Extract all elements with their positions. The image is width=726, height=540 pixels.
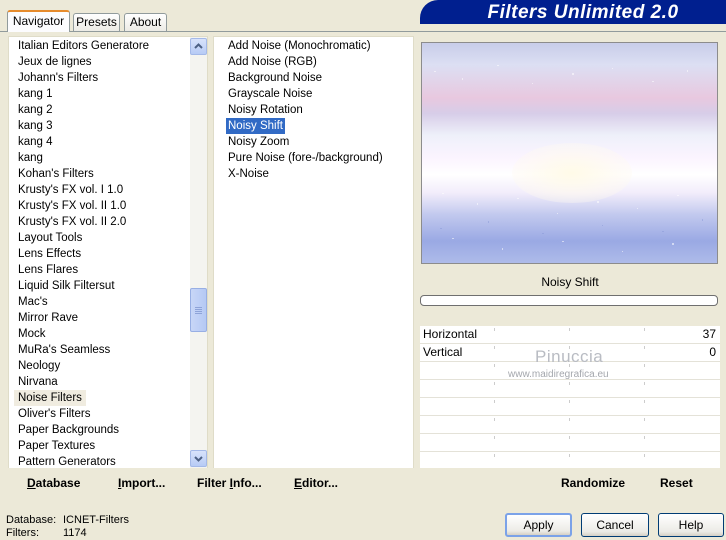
slider-tick: [494, 436, 495, 439]
slider-slot-6: [420, 416, 720, 434]
tab-divider: [0, 31, 726, 32]
category-item[interactable]: Paper Backgrounds: [18, 422, 119, 438]
slider-tick: [644, 346, 645, 349]
slider-tick: [494, 382, 495, 385]
category-item[interactable]: Mirror Rave: [18, 310, 78, 326]
slider-tick: [569, 328, 570, 331]
filter-item[interactable]: Pure Noise (fore-/background): [226, 150, 385, 166]
preview-filter-name: Noisy Shift: [541, 275, 599, 289]
progress-bar: [420, 295, 718, 306]
slider-tick: [644, 364, 645, 367]
slider-tick: [644, 436, 645, 439]
slider-tick: [569, 418, 570, 421]
filter-item[interactable]: Grayscale Noise: [226, 86, 314, 102]
slider-value-vertical: 0: [709, 345, 716, 359]
database-label: Database:: [6, 514, 57, 526]
slider-value-horizontal: 37: [702, 327, 716, 341]
category-item[interactable]: Oliver's Filters: [18, 406, 90, 422]
light-glow: [512, 143, 632, 203]
slider-tick: [494, 454, 495, 457]
slider-horizontal[interactable]: Horizontal 37: [420, 326, 720, 344]
slider-tick: [644, 400, 645, 403]
filter-item[interactable]: Noisy Shift: [226, 118, 285, 134]
slider-tick: [494, 346, 495, 349]
editor-link[interactable]: Editor...: [294, 476, 338, 490]
slider-tick: [644, 418, 645, 421]
database-link[interactable]: Database: [27, 476, 80, 490]
filters-count-value: 1174: [63, 527, 87, 539]
filter-info-link[interactable]: Filter Info...: [197, 476, 262, 490]
import-link[interactable]: Import...: [118, 476, 165, 490]
slider-label-vertical: Vertical: [423, 345, 463, 359]
scroll-thumb[interactable]: [190, 288, 207, 332]
filter-list-items: Add Noise (Monochromatic) Add Noise (RGB)…: [0, 38, 414, 238]
category-item[interactable]: MuRa's Seamless: [18, 342, 110, 358]
slider-tick: [569, 382, 570, 385]
filters-count-label: Filters:: [6, 527, 39, 539]
apply-button[interactable]: Apply: [505, 513, 572, 537]
filter-item[interactable]: Noisy Rotation: [226, 102, 305, 118]
help-button[interactable]: Help: [658, 513, 724, 537]
scroll-down-button[interactable]: [190, 450, 207, 467]
filter-item[interactable]: Background Noise: [226, 70, 324, 86]
filter-item[interactable]: Noisy Zoom: [226, 134, 291, 150]
watermark-name: Pinuccia: [535, 347, 604, 366]
preview-image: [421, 42, 718, 264]
randomize-link[interactable]: Randomize: [561, 476, 625, 490]
slider-label-horizontal: Horizontal: [423, 327, 478, 341]
filter-item[interactable]: X-Noise: [226, 166, 271, 182]
slider-tick: [494, 400, 495, 403]
category-item[interactable]: Lens Effects: [18, 246, 81, 262]
filter-item[interactable]: Add Noise (RGB): [226, 54, 319, 70]
cancel-button[interactable]: Cancel: [581, 513, 649, 537]
slider-slot-4: [420, 380, 720, 398]
category-item[interactable]: Liquid Silk Filtersut: [18, 278, 115, 294]
category-item[interactable]: Paper Textures: [18, 438, 95, 454]
slider-tick: [494, 328, 495, 331]
slider-tick: [644, 382, 645, 385]
chevron-down-icon: [194, 456, 203, 462]
category-item[interactable]: Nirvana: [18, 374, 58, 390]
tab-about[interactable]: About: [124, 13, 167, 31]
database-value: ICNET-Filters: [63, 514, 129, 526]
filter-item[interactable]: Add Noise (Monochromatic): [226, 38, 373, 54]
slider-slot-7: [420, 434, 720, 452]
slider-tick: [494, 364, 495, 367]
watermark-url: www.maidiregrafica.eu: [508, 369, 609, 380]
slider-tick: [569, 436, 570, 439]
tab-presets[interactable]: Presets: [73, 13, 120, 31]
slider-slot-5: [420, 398, 720, 416]
category-item[interactable]: Mock: [18, 326, 45, 342]
category-item[interactable]: Noise Filters: [14, 390, 86, 406]
slider-tick: [494, 418, 495, 421]
app-title: Filters Unlimited 2.0: [487, 2, 679, 23]
category-item[interactable]: Mac's: [18, 294, 48, 310]
tab-navigator[interactable]: Navigator: [7, 10, 70, 32]
slider-tick: [644, 328, 645, 331]
reset-link[interactable]: Reset: [660, 476, 693, 490]
slider-tick: [569, 400, 570, 403]
category-item[interactable]: Lens Flares: [18, 262, 78, 278]
category-item[interactable]: Neology: [18, 358, 60, 374]
slider-tick: [569, 454, 570, 457]
slider-tick: [644, 454, 645, 457]
